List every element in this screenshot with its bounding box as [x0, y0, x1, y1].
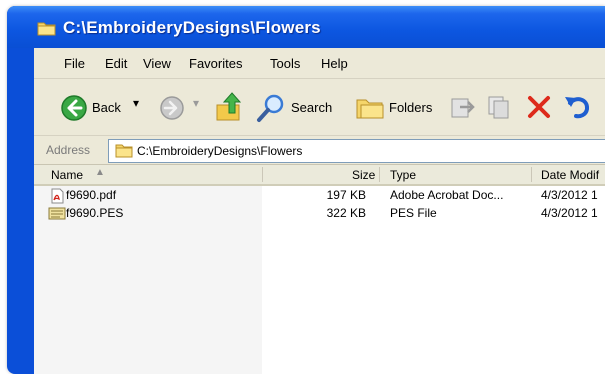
search-button[interactable]	[255, 92, 287, 129]
copy-to-icon	[488, 96, 509, 119]
undo-button[interactable]	[562, 93, 592, 126]
address-bar: Address C:\EmbroideryDesigns\Flowers	[34, 136, 605, 165]
undo-icon	[565, 97, 589, 119]
window-body: File Edit View Favorites Tools Help Back…	[34, 48, 605, 374]
standard-toolbar: Back ▾ ▾ Search Folders	[34, 79, 605, 136]
move-to-icon	[451, 98, 475, 118]
menu-edit[interactable]: Edit	[105, 56, 127, 71]
search-label[interactable]: Search	[291, 100, 332, 115]
folder-icon	[37, 22, 56, 36]
file-size: 197 KB	[326, 188, 366, 202]
menu-file[interactable]: File	[64, 56, 85, 71]
address-input[interactable]: C:\EmbroideryDesigns\Flowers	[108, 139, 605, 163]
file-row[interactable]: f9690.PES 322 KB PES File 4/3/2012 1	[34, 205, 605, 222]
pdf-file-icon	[51, 188, 64, 204]
column-divider[interactable]	[379, 167, 380, 182]
back-button[interactable]	[60, 94, 88, 127]
column-divider[interactable]	[531, 167, 532, 182]
content-area: Name ▲ Size Type Date Modif f9690.pdf 19…	[34, 165, 605, 374]
file-row[interactable]: f9690.pdf 197 KB Adobe Acrobat Doc... 4/…	[34, 187, 605, 204]
menu-view[interactable]: View	[143, 56, 171, 71]
pes-file-icon	[48, 207, 66, 220]
file-size: 322 KB	[326, 206, 366, 220]
column-date-modified[interactable]: Date Modif	[541, 168, 599, 182]
delete-x-icon	[528, 96, 550, 118]
file-type: PES File	[390, 206, 437, 220]
delete-button[interactable]	[526, 94, 552, 125]
file-name: f9690.pdf	[66, 188, 117, 202]
sort-ascending-icon: ▲	[95, 167, 105, 178]
move-to-button[interactable]	[448, 93, 476, 126]
forward-arrow-icon	[160, 96, 184, 120]
file-date: 4/3/2012 1	[541, 206, 598, 220]
up-folder-icon	[216, 92, 242, 121]
column-divider[interactable]	[262, 167, 263, 182]
menu-favorites[interactable]: Favorites	[189, 56, 242, 71]
column-size[interactable]: Size	[352, 168, 375, 182]
menu-bar: File Edit View Favorites Tools Help	[34, 48, 605, 79]
window-title: C:\EmbroideryDesigns\Flowers	[63, 18, 321, 37]
address-label: Address	[46, 143, 91, 157]
address-path: C:\EmbroideryDesigns\Flowers	[137, 144, 303, 158]
column-name[interactable]: Name	[51, 168, 83, 182]
file-date: 4/3/2012 1	[541, 188, 598, 202]
file-name: f9690.PES	[66, 206, 124, 220]
column-type[interactable]: Type	[390, 168, 416, 182]
column-header: Name ▲ Size Type Date Modif	[34, 165, 605, 186]
folders-button[interactable]	[355, 94, 385, 125]
file-type: Adobe Acrobat Doc...	[390, 188, 504, 202]
title-bar[interactable]: C:\EmbroideryDesigns\Flowers	[7, 6, 605, 48]
menu-tools[interactable]: Tools	[270, 56, 300, 71]
folders-icon	[356, 99, 384, 119]
up-button[interactable]	[214, 91, 244, 128]
back-arrow-icon	[61, 95, 87, 121]
forward-dropdown-icon[interactable]: ▾	[193, 96, 199, 110]
back-label[interactable]: Back	[92, 100, 121, 115]
forward-button[interactable]	[159, 95, 185, 126]
explorer-window: C:\EmbroideryDesigns\Flowers File Edit V…	[7, 6, 605, 374]
search-icon	[257, 94, 284, 122]
copy-to-button[interactable]	[485, 93, 513, 126]
menu-help[interactable]: Help	[321, 56, 348, 71]
folders-label[interactable]: Folders	[389, 100, 432, 115]
back-dropdown-icon[interactable]: ▾	[133, 96, 139, 110]
folder-icon	[115, 144, 133, 158]
